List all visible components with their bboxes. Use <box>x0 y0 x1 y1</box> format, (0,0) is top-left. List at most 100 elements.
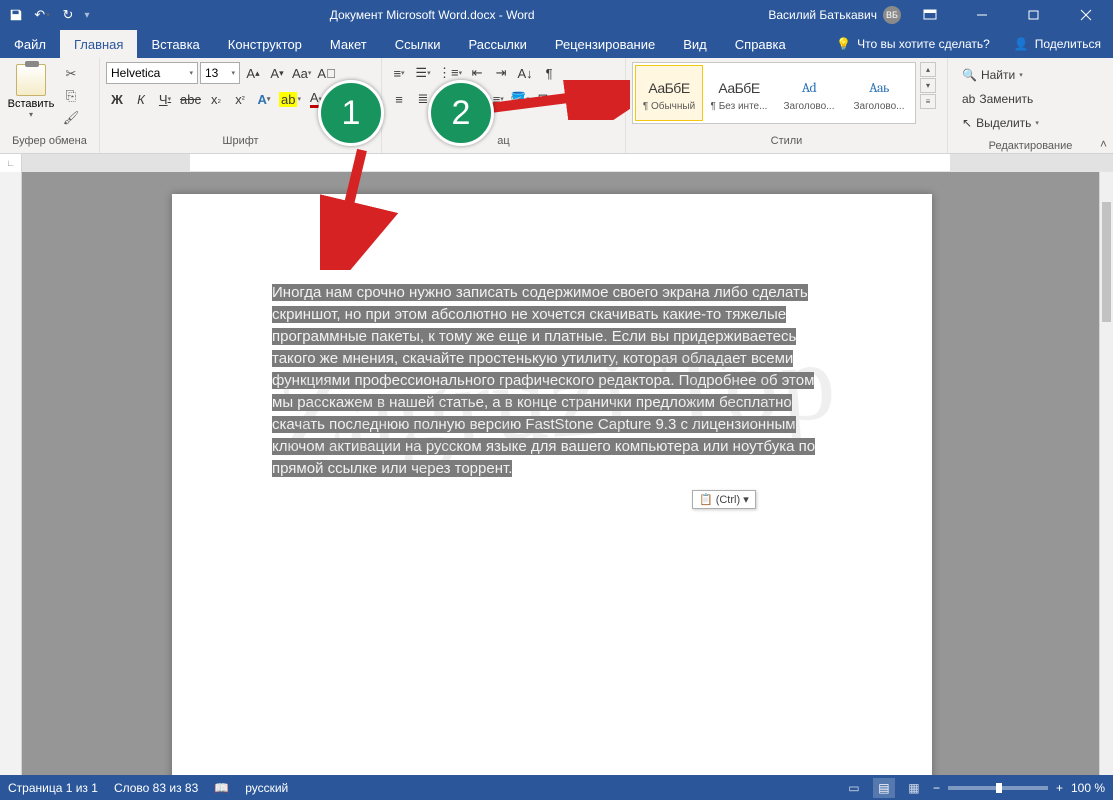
style-no-spacing[interactable]: АаБбЕ ¶ Без инте... <box>705 65 773 121</box>
zoom-in-icon[interactable]: + <box>1056 781 1063 795</box>
copy-icon[interactable]: ⎘ <box>60 86 82 106</box>
web-layout-icon[interactable]: ▦ <box>903 778 925 798</box>
clipboard-group-label: Буфер обмена <box>0 135 99 153</box>
maximize-icon[interactable] <box>1011 0 1057 30</box>
italic-icon[interactable]: К <box>130 88 152 110</box>
redo-icon[interactable]: ↻ <box>56 3 80 27</box>
select-button[interactable]: ↖Выделить▾ <box>958 112 1043 134</box>
scroll-thumb[interactable] <box>1102 202 1111 322</box>
cursor-icon: ↖ <box>962 116 972 130</box>
styles-gallery[interactable]: АаБбЕ ¶ Обычный АаБбЕ ¶ Без инте... Ad З… <box>632 62 916 124</box>
ribbon: Вставить ▾ ✂ ⎘ 🖌 Буфер обмена Helvetica▾… <box>0 58 1113 154</box>
clear-formatting-icon[interactable]: A⃠ <box>315 62 337 84</box>
format-painter-icon[interactable]: 🖌 <box>60 108 82 128</box>
tab-mailings[interactable]: Рассылки <box>454 30 540 58</box>
read-mode-icon[interactable]: ▭ <box>843 778 865 798</box>
spellcheck-icon[interactable]: 📖 <box>214 781 229 795</box>
superscript-icon[interactable]: x² <box>229 88 251 110</box>
ribbon-tabs: Файл Главная Вставка Конструктор Макет С… <box>0 30 1113 58</box>
show-hide-icon[interactable]: ¶ <box>538 62 560 84</box>
close-icon[interactable] <box>1063 0 1109 30</box>
tab-references[interactable]: Ссылки <box>381 30 455 58</box>
user-name[interactable]: Василий Батькавич <box>768 8 877 22</box>
numbering-icon[interactable]: ☰▾ <box>412 62 434 84</box>
minimize-icon[interactable] <box>959 0 1005 30</box>
tab-design[interactable]: Конструктор <box>214 30 316 58</box>
user-avatar[interactable]: ВБ <box>883 6 901 24</box>
replace-button[interactable]: abЗаменить <box>958 88 1043 110</box>
zoom-level[interactable]: 100 % <box>1071 781 1105 795</box>
tab-file[interactable]: Файл <box>0 30 60 58</box>
tab-home[interactable]: Главная <box>60 30 137 58</box>
horizontal-ruler[interactable]: ∟ <box>0 154 1113 172</box>
font-name-combo[interactable]: Helvetica▾ <box>106 62 198 84</box>
paste-button[interactable]: Вставить ▾ <box>6 62 56 119</box>
cut-icon[interactable]: ✂ <box>60 64 82 84</box>
print-layout-icon[interactable]: ▤ <box>873 778 895 798</box>
justify-icon[interactable]: ≡ <box>460 88 482 110</box>
style-heading1[interactable]: Ad Заголово... <box>775 65 843 121</box>
style-heading2[interactable]: Aaь Заголово... <box>845 65 913 121</box>
zoom-slider[interactable] <box>948 786 1048 790</box>
shading-icon[interactable]: 🪣▾ <box>508 88 532 110</box>
underline-icon[interactable]: Ч▾ <box>154 88 176 110</box>
align-center-icon[interactable]: ≣ <box>412 88 434 110</box>
ribbon-display-icon[interactable] <box>907 0 953 30</box>
multilevel-icon[interactable]: ⋮≡▾ <box>436 62 464 84</box>
paragraph-group-label: ац <box>382 135 625 153</box>
status-language[interactable]: русский <box>245 781 288 795</box>
share-button[interactable]: 👤 Поделиться <box>1002 30 1113 58</box>
align-right-icon[interactable]: ≡ <box>436 88 458 110</box>
tab-selector-icon[interactable]: ∟ <box>0 154 22 172</box>
paste-label: Вставить <box>8 98 55 110</box>
shrink-font-icon[interactable]: A▾ <box>266 62 288 84</box>
tell-me-label: Что вы хотите сделать? <box>857 37 990 51</box>
strike-icon[interactable]: abc <box>178 88 203 110</box>
vertical-ruler[interactable] <box>0 172 22 775</box>
text-effects-icon[interactable]: A▾ <box>253 88 275 110</box>
document-area: Иногда нам срочно нужно записать содержи… <box>0 172 1099 775</box>
highlight-icon[interactable]: ab▾ <box>277 88 303 110</box>
bold-icon[interactable]: Ж <box>106 88 128 110</box>
styles-more-button[interactable]: ▴▾≡ <box>920 62 936 109</box>
tab-insert[interactable]: Вставка <box>137 30 213 58</box>
clipboard-small-icon: 📋 <box>699 493 713 506</box>
subscript-icon[interactable]: x₂ <box>205 88 227 110</box>
font-group-label: Шрифт <box>100 135 381 153</box>
style-normal[interactable]: АаБбЕ ¶ Обычный <box>635 65 703 121</box>
decrease-indent-icon[interactable]: ⇤ <box>466 62 488 84</box>
align-left-icon[interactable]: ≡ <box>388 88 410 110</box>
save-icon[interactable] <box>4 3 28 27</box>
borders-icon[interactable]: ⊞▾ <box>534 88 556 110</box>
find-button[interactable]: 🔍Найти▾ <box>958 64 1043 86</box>
grow-font-icon[interactable]: A▴ <box>242 62 264 84</box>
paste-options-popup[interactable]: 📋 (Ctrl) ▾ <box>692 490 756 509</box>
tab-help[interactable]: Справка <box>721 30 800 58</box>
selected-text[interactable]: Иногда нам срочно нужно записать содержи… <box>272 284 815 477</box>
bullets-icon[interactable]: ≡▾ <box>388 62 410 84</box>
font-color-icon[interactable]: A▾ <box>305 88 327 110</box>
undo-icon[interactable]: ↶▾ <box>30 3 54 27</box>
sort-icon[interactable]: A↓ <box>514 62 536 84</box>
styles-group-label: Стили <box>626 135 947 153</box>
clipboard-icon <box>16 64 46 96</box>
status-page[interactable]: Страница 1 из 1 <box>8 781 98 795</box>
share-label: Поделиться <box>1035 37 1101 51</box>
collapse-ribbon-icon[interactable]: ˄ <box>1100 137 1107 151</box>
increase-indent-icon[interactable]: ⇥ <box>490 62 512 84</box>
font-size-combo[interactable]: 13▾ <box>200 62 240 84</box>
tell-me[interactable]: 💡 Что вы хотите сделать? <box>824 30 1002 58</box>
status-bar: Страница 1 из 1 Слово 83 из 83 📖 русский… <box>0 775 1113 800</box>
vertical-scrollbar[interactable] <box>1099 172 1113 775</box>
line-spacing-icon[interactable]: ↕≡▾ <box>484 88 506 110</box>
tab-layout[interactable]: Макет <box>316 30 381 58</box>
title-bar: ↶▾ ↻ ▾ Документ Microsoft Word.docx - Wo… <box>0 0 1113 30</box>
page-canvas[interactable]: Иногда нам срочно нужно записать содержи… <box>22 172 1099 775</box>
tab-view[interactable]: Вид <box>669 30 721 58</box>
zoom-out-icon[interactable]: − <box>933 781 940 795</box>
status-words[interactable]: Слово 83 из 83 <box>114 781 198 795</box>
qat-more-icon[interactable]: ▾ <box>82 10 92 21</box>
page[interactable]: Иногда нам срочно нужно записать содержи… <box>172 194 932 775</box>
tab-review[interactable]: Рецензирование <box>541 30 669 58</box>
change-case-icon[interactable]: Aa▾ <box>290 62 313 84</box>
